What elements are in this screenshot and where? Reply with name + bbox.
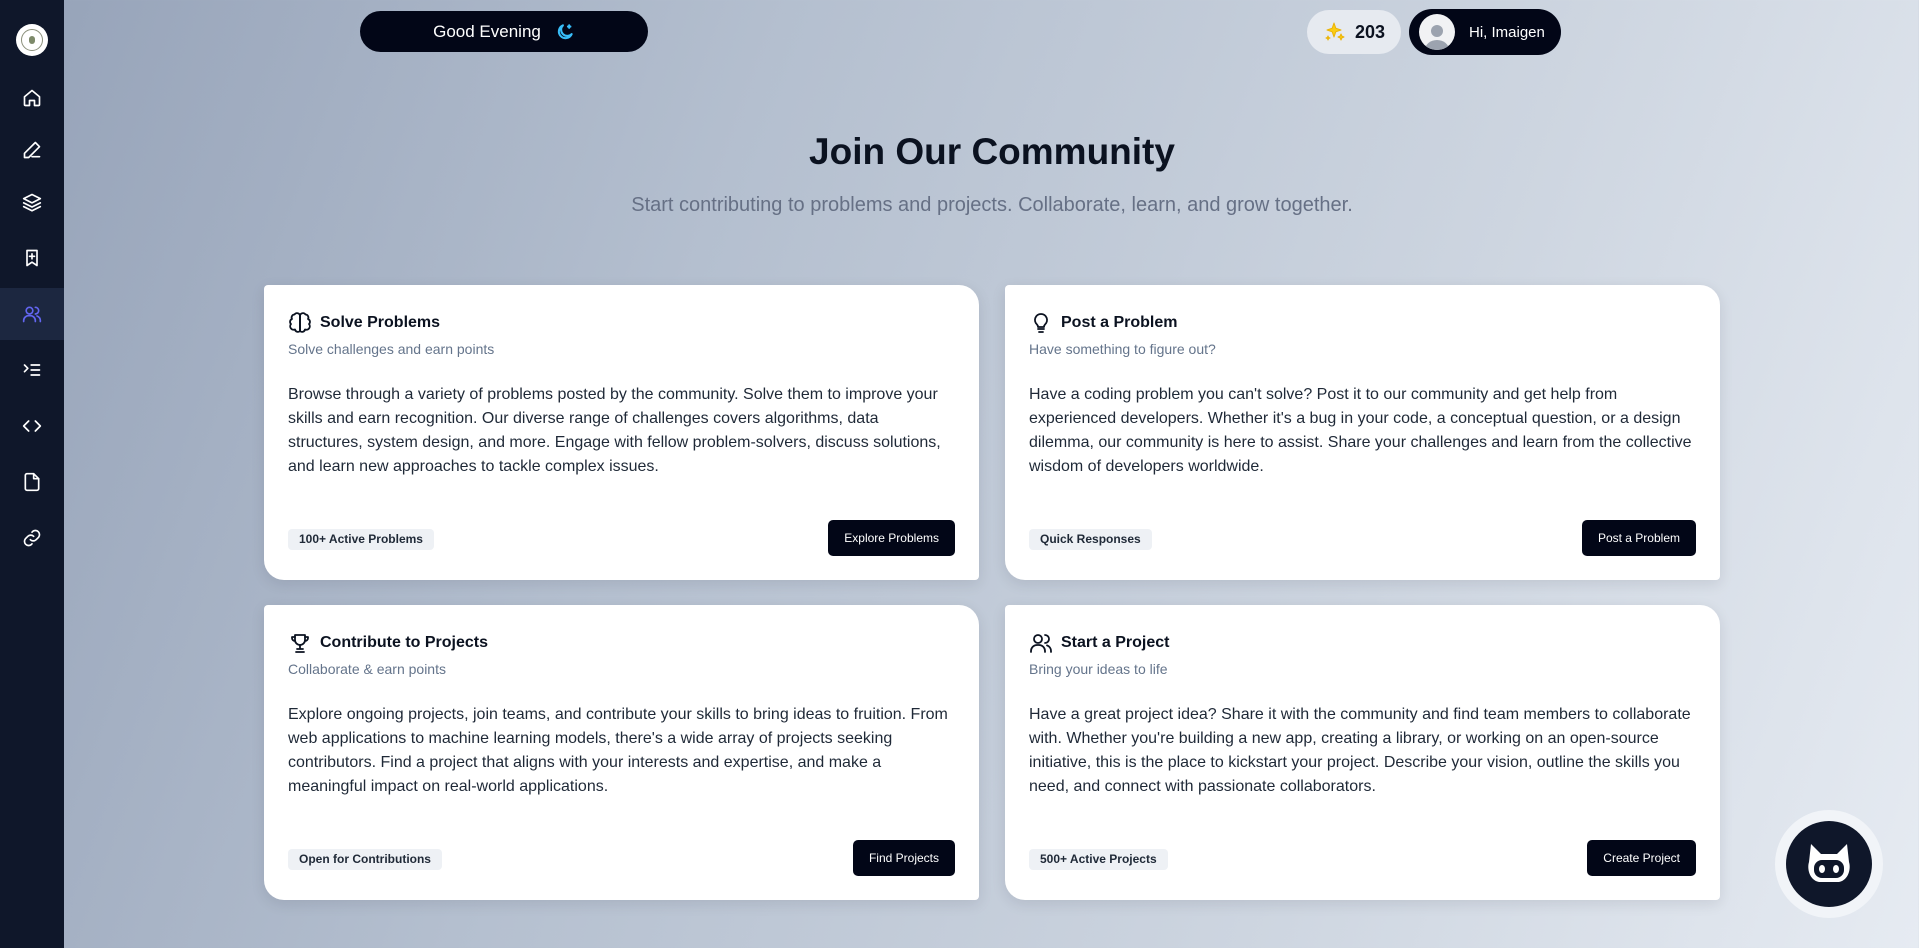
link-icon (23, 529, 41, 547)
trophy-icon (291, 634, 309, 653)
sidebar-item-documents[interactable] (0, 456, 64, 508)
card-post-problem: Post a Problem Have something to figure … (1005, 285, 1720, 580)
points-badge[interactable]: 203 (1307, 10, 1401, 54)
brain-icon (289, 312, 311, 333)
sidebar-item-links[interactable] (0, 512, 64, 564)
bookmark-icon (26, 249, 38, 267)
card-title: Contribute to Projects (320, 634, 489, 651)
users-icon (22, 306, 42, 323)
greeting-text: Good Evening (433, 21, 541, 41)
sidebar-item-bookmarks[interactable] (0, 232, 64, 284)
moon-icon (557, 23, 573, 39)
logo[interactable] (16, 24, 48, 56)
sidebar-item-community[interactable] (0, 288, 64, 340)
octocat-bot-icon (1808, 844, 1850, 882)
sparkles-icon (1325, 22, 1345, 41)
user-greeting: Hi, Imaigen (1469, 23, 1545, 41)
card-subtitle: Have something to figure out? (1029, 341, 1216, 357)
greeting-pill: Good Evening (360, 11, 648, 52)
sidebar-item-list[interactable] (0, 344, 64, 396)
card-badge: Open for Contributions (288, 849, 442, 870)
chatbot-button[interactable] (1775, 810, 1883, 918)
card-start-project: Start a Project Bring your ideas to life… (1005, 605, 1720, 900)
card-description: Have a coding problem you can't solve? P… (1029, 386, 1692, 475)
file-icon (24, 472, 40, 492)
card-contribute-projects: Contribute to Projects Collaborate & ear… (264, 605, 979, 900)
card-title: Start a Project (1061, 634, 1170, 651)
lightbulb-icon (1034, 313, 1048, 333)
sidebar-item-home[interactable] (0, 72, 64, 124)
user-avatar-icon (1425, 25, 1449, 50)
code-icon (22, 420, 42, 432)
card-badge: Quick Responses (1029, 529, 1152, 550)
card-description: Have a great project idea? Share it with… (1029, 706, 1691, 795)
avatar (1419, 14, 1455, 50)
card-title: Solve Problems (320, 314, 441, 331)
emblem-logo-icon (21, 29, 43, 51)
user-menu[interactable]: Hi, Imaigen (1409, 9, 1561, 55)
card-description: Explore ongoing projects, join teams, an… (288, 706, 948, 795)
card-description: Browse through a variety of problems pos… (288, 386, 941, 475)
card-title: Post a Problem (1061, 314, 1178, 331)
card-subtitle: Bring your ideas to life (1029, 661, 1168, 677)
card-subtitle: Solve challenges and earn points (288, 341, 495, 357)
create-project-button[interactable]: Create Project (1587, 840, 1696, 876)
card-solve-problems: Solve Problems Solve challenges and earn… (264, 285, 979, 580)
home-icon (23, 89, 41, 107)
explore-problems-button[interactable]: Explore Problems (828, 520, 955, 556)
points-value: 203 (1354, 21, 1386, 42)
users-icon (1030, 634, 1052, 653)
card-badge: 500+ Active Projects (1029, 849, 1168, 870)
list-terminal-icon (23, 364, 41, 376)
card-subtitle: Collaborate & earn points (288, 661, 446, 677)
post-problem-button[interactable]: Post a Problem (1581, 520, 1696, 556)
card-badge: 100+ Active Problems (288, 529, 434, 550)
sidebar-item-code[interactable] (0, 400, 64, 452)
page-subtitle: Start contributing to problems and proje… (631, 194, 1353, 216)
find-projects-button[interactable]: Find Projects (852, 840, 955, 876)
page-title: Join Our Community (809, 131, 1175, 172)
